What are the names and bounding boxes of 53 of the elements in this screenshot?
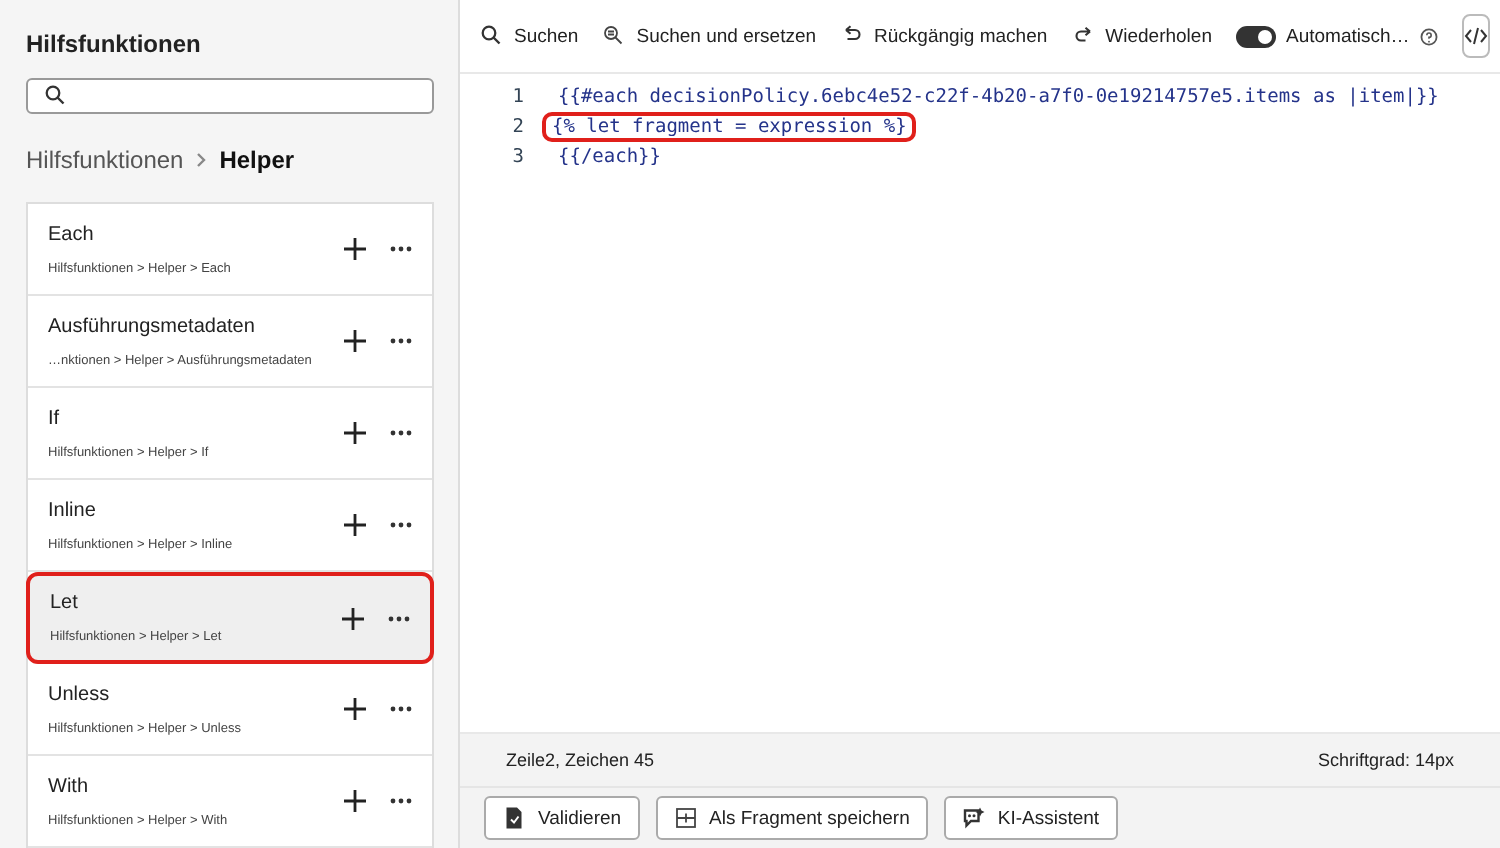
search-field[interactable] <box>26 78 434 114</box>
item-name: With <box>48 775 90 797</box>
plus-icon[interactable] <box>344 238 366 260</box>
search-icon <box>480 24 504 48</box>
item-name: Unless <box>48 683 112 705</box>
action-button[interactable]: KI-Assistent <box>943 796 1118 840</box>
plus-icon[interactable] <box>344 514 366 536</box>
fragment-icon <box>673 806 698 830</box>
more-icon[interactable] <box>390 522 412 528</box>
more-icon[interactable] <box>390 246 412 252</box>
line-number: 2 <box>510 116 526 138</box>
breadcrumb-link[interactable]: Hilfsfunktionen <box>26 146 184 174</box>
more-icon[interactable] <box>390 338 412 344</box>
action-button[interactable]: Als Fragment speichern <box>655 796 928 840</box>
code-line: {% let fragment = expression %} <box>542 112 917 142</box>
document-check-icon <box>502 806 526 830</box>
item-name: Inline <box>48 499 98 521</box>
code-line: {{#each decisionPolicy.6ebc4e52-c22f-4b20-a7f0-0e19214757e5.items as |item|}} <box>556 86 1441 108</box>
panel-title: Hilfsfunktionen <box>26 30 203 58</box>
code-editor[interactable]: 1 {{#each decisionPolicy.6ebc4e52-c22f-4b20-a7f0-0e19214757e5.items as |item|}} 2 {% let fragment = expression %} 3 {{/each}} <box>460 74 1500 732</box>
item-name: If <box>48 407 62 429</box>
font-size-label: Schriftgrad: 14px <box>1317 750 1454 770</box>
item-name: Let <box>50 592 80 614</box>
line-number: 3 <box>510 146 526 168</box>
more-icon[interactable] <box>390 706 412 712</box>
toolbar-button[interactable]: Wiederholen <box>1071 24 1212 48</box>
item-name: Ausführungsmetadaten <box>48 315 257 337</box>
line-number: 1 <box>510 86 526 108</box>
item-name: Each <box>48 223 96 245</box>
toolbar-button[interactable]: Rückgängig machen <box>840 24 1048 48</box>
toggle-switch[interactable] <box>1235 25 1276 47</box>
plus-icon[interactable] <box>344 330 366 352</box>
plus-icon[interactable] <box>344 422 366 444</box>
action-button[interactable]: Validieren <box>484 796 640 840</box>
plus-icon[interactable] <box>342 607 364 629</box>
plus-icon[interactable] <box>344 698 366 720</box>
chat-sparkle-icon <box>961 806 986 830</box>
help-icon[interactable] <box>1419 27 1438 45</box>
code-icon <box>1463 26 1488 46</box>
plus-icon[interactable] <box>344 790 366 812</box>
cursor-position: Zeile2, Zeichen 45 <box>506 750 655 770</box>
more-icon[interactable] <box>388 615 410 621</box>
more-icon[interactable] <box>390 798 412 804</box>
search-icon <box>44 84 68 108</box>
toolbar-button[interactable]: Suchen <box>480 24 579 48</box>
code-line: {{/each}} <box>556 146 663 168</box>
search-replace-icon <box>602 24 627 48</box>
toolbar-button[interactable]: Suchen und ersetzen <box>602 24 817 48</box>
toggle-label: Automatisch… <box>1285 25 1410 47</box>
code-view-button[interactable] <box>1461 14 1490 58</box>
more-icon[interactable] <box>390 430 412 436</box>
redo-icon <box>1071 24 1096 48</box>
chevron-right-icon <box>195 152 208 168</box>
